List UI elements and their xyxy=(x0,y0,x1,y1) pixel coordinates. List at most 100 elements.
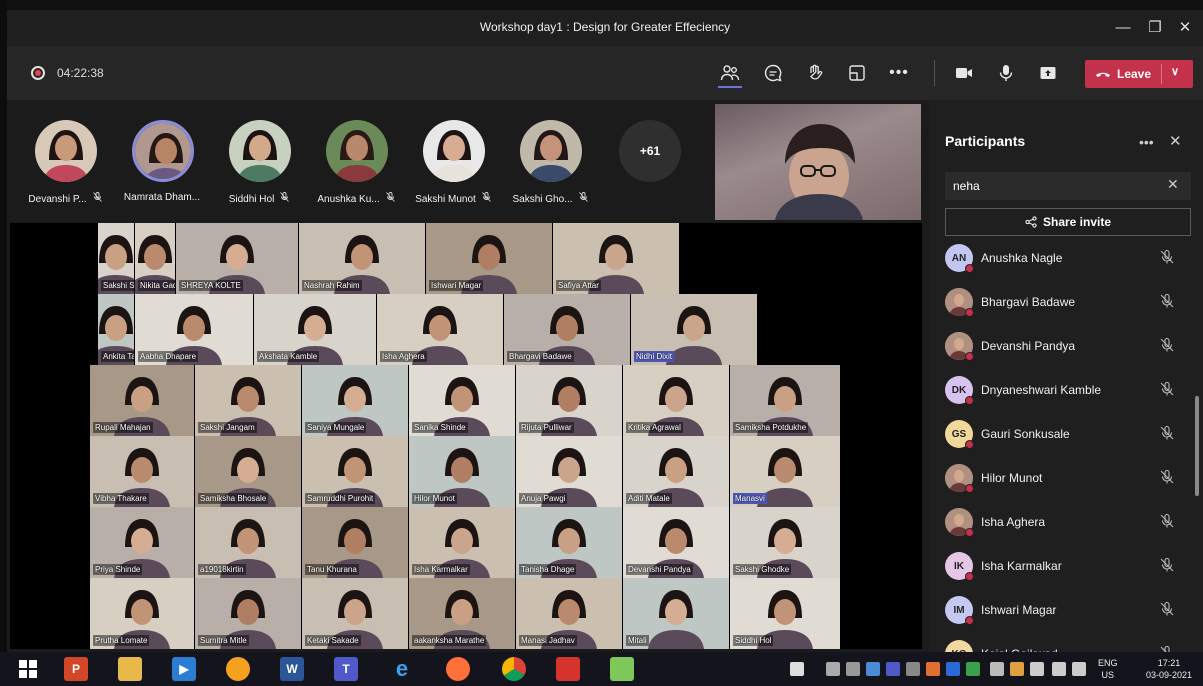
video-tile: Aditi Matale xyxy=(623,436,729,507)
tray-app-icon[interactable] xyxy=(990,662,1004,676)
tile-name-label: Bhargavi Badawe xyxy=(507,351,574,362)
flag-icon[interactable] xyxy=(1052,662,1066,676)
video-tile: Sakshi Ghodke xyxy=(730,507,840,578)
tile-name-label: Ketaki Sakade xyxy=(305,635,361,646)
video-tile: Priya Shinde xyxy=(90,507,194,578)
participant-row[interactable]: Hilor Munot xyxy=(929,458,1191,498)
panel-title: Participants xyxy=(945,133,1026,149)
leave-button[interactable]: Leave ∨ xyxy=(1085,60,1193,88)
mic-off-glyph xyxy=(280,192,290,202)
file-explorer-icon[interactable] xyxy=(118,657,142,681)
share-invite-button[interactable]: Share invite xyxy=(945,208,1191,236)
meeting-stage: Devanshi P... Namrata Dham... Siddhi Hol An… xyxy=(7,100,929,652)
participant-row[interactable]: AN Anushka Nagle xyxy=(929,240,1191,278)
tile-name-label: Sumitra Mitle xyxy=(198,635,249,646)
clock-time: 17:21 xyxy=(1157,658,1181,668)
strip-participant[interactable]: Devanshi P... xyxy=(15,120,115,212)
word-icon[interactable]: W xyxy=(280,657,304,681)
video-tile: Vibha Thakare xyxy=(90,436,194,507)
powerpoint-icon[interactable]: P xyxy=(64,657,88,681)
photos-icon[interactable] xyxy=(610,657,634,681)
panel-close-icon[interactable]: ✕ xyxy=(1169,132,1182,150)
strip-participant[interactable]: Siddhi Hol xyxy=(209,120,309,212)
close-icon[interactable]: ✕ xyxy=(1173,16,1197,40)
participant-row[interactable]: Bhargavi Badawe xyxy=(929,282,1191,322)
panel-more-icon[interactable]: ••• xyxy=(1139,134,1154,150)
chevron-down-icon[interactable]: ∨ xyxy=(1171,65,1179,78)
tile-name-label: Ishwari Magar xyxy=(429,280,484,291)
strip-participant[interactable]: Sakshi Munot xyxy=(403,120,503,212)
bluetooth-icon[interactable] xyxy=(946,662,960,676)
camera-button[interactable] xyxy=(950,59,978,87)
share-icon xyxy=(1025,216,1037,228)
mic-off-glyph xyxy=(1160,337,1174,352)
reactions-button[interactable] xyxy=(801,59,829,87)
panel-scrollbar[interactable] xyxy=(1195,396,1199,496)
participants-panel: Participants ••• ✕ ✕ Share invite AN Anus… xyxy=(929,100,1203,652)
tile-name-label: Hilor Munot xyxy=(412,493,457,504)
participant-name: Anushka Nagle xyxy=(981,251,1063,265)
avatar-initials: DK xyxy=(951,384,967,396)
pdf-reader-icon[interactable] xyxy=(556,657,580,681)
more-actions-button[interactable]: ••• xyxy=(885,59,913,87)
minimize-icon[interactable]: — xyxy=(1111,16,1135,40)
participant-row[interactable]: IM Ishwari Magar xyxy=(929,590,1191,630)
volume-icon[interactable] xyxy=(1072,662,1086,676)
firefox-icon[interactable] xyxy=(446,657,470,681)
restore-icon[interactable]: ❐ xyxy=(1143,16,1167,40)
tray-app-icon[interactable] xyxy=(906,662,920,676)
mic-button[interactable] xyxy=(992,59,1020,87)
participant-row[interactable]: Isha Aghera xyxy=(929,502,1191,542)
system-clock[interactable]: 17:21 03-09-2021 xyxy=(1146,657,1192,681)
avatar-photo xyxy=(423,120,485,182)
tile-name-label: Nashrah Rahim xyxy=(302,280,362,291)
video-tile: Mitali xyxy=(623,578,729,649)
strip-participant[interactable]: Sakshi Gho... xyxy=(500,120,600,212)
tray-app-icon[interactable] xyxy=(826,662,840,676)
more-participants-badge[interactable]: +61 xyxy=(619,120,681,182)
network-icon[interactable] xyxy=(1030,662,1044,676)
participant-row[interactable]: GS Gauri Sonkusale xyxy=(929,414,1191,454)
self-video-feed[interactable] xyxy=(715,104,921,220)
participant-search-input[interactable] xyxy=(945,172,1191,200)
rooms-button[interactable] xyxy=(843,59,871,87)
tray-app-icon[interactable] xyxy=(866,662,880,676)
participant-row[interactable]: DK Dnyaneshwari Kamble xyxy=(929,370,1191,410)
video-tile: Samiksha Bhosale xyxy=(195,436,301,507)
participant-row[interactable]: KGKajal Gaikwad xyxy=(929,634,1191,652)
language-indicator[interactable]: ENG US xyxy=(1098,657,1118,681)
participant-name-text: Siddhi Hol xyxy=(228,194,275,205)
chrome-icon[interactable] xyxy=(502,657,526,681)
mic-off-glyph xyxy=(1160,469,1174,484)
participants-button[interactable] xyxy=(716,59,744,87)
participant-row[interactable]: Devanshi Pandya xyxy=(929,326,1191,366)
share-screen-button[interactable] xyxy=(1034,59,1062,87)
tray-app-icon[interactable] xyxy=(966,662,980,676)
tray-app-icon[interactable] xyxy=(846,662,860,676)
presence-status-icon xyxy=(965,264,974,273)
strip-participant[interactable]: Namrata Dham... xyxy=(112,120,212,212)
mic-off-glyph xyxy=(1160,601,1174,616)
participant-name-text: Namrata Dham... xyxy=(123,192,201,203)
clear-search-icon[interactable]: ✕ xyxy=(1167,176,1179,193)
tray-app-icon[interactable] xyxy=(886,662,900,676)
windows-start-icon[interactable] xyxy=(16,657,40,681)
presence-status-icon xyxy=(965,396,974,405)
internet-explorer-icon[interactable]: e xyxy=(390,656,414,681)
strip-participant[interactable]: Anushka Ku... xyxy=(306,120,406,212)
participant-name: Isha Aghera xyxy=(981,515,1046,529)
tray-app-icon[interactable] xyxy=(1010,662,1024,676)
keyboard-icon[interactable] xyxy=(790,662,804,676)
participant-row[interactable]: IK Isha Karmalkar xyxy=(929,546,1191,586)
teams-icon[interactable]: T xyxy=(334,657,358,681)
media-player-icon[interactable]: ▶ xyxy=(172,657,196,681)
tile-name-label: SHREYA KOLTE xyxy=(179,280,243,291)
tile-name-label: Mitali xyxy=(626,635,649,646)
strip-participant-name: Namrata Dham... xyxy=(112,192,212,203)
active-tab-indicator xyxy=(718,86,742,88)
chat-button[interactable] xyxy=(759,59,787,87)
browser-extension-icon[interactable] xyxy=(226,657,250,681)
tray-app-icon[interactable] xyxy=(926,662,940,676)
video-tile: Isha Karmalkar xyxy=(409,507,515,578)
video-tile: Sakshi Jangam xyxy=(195,365,301,436)
